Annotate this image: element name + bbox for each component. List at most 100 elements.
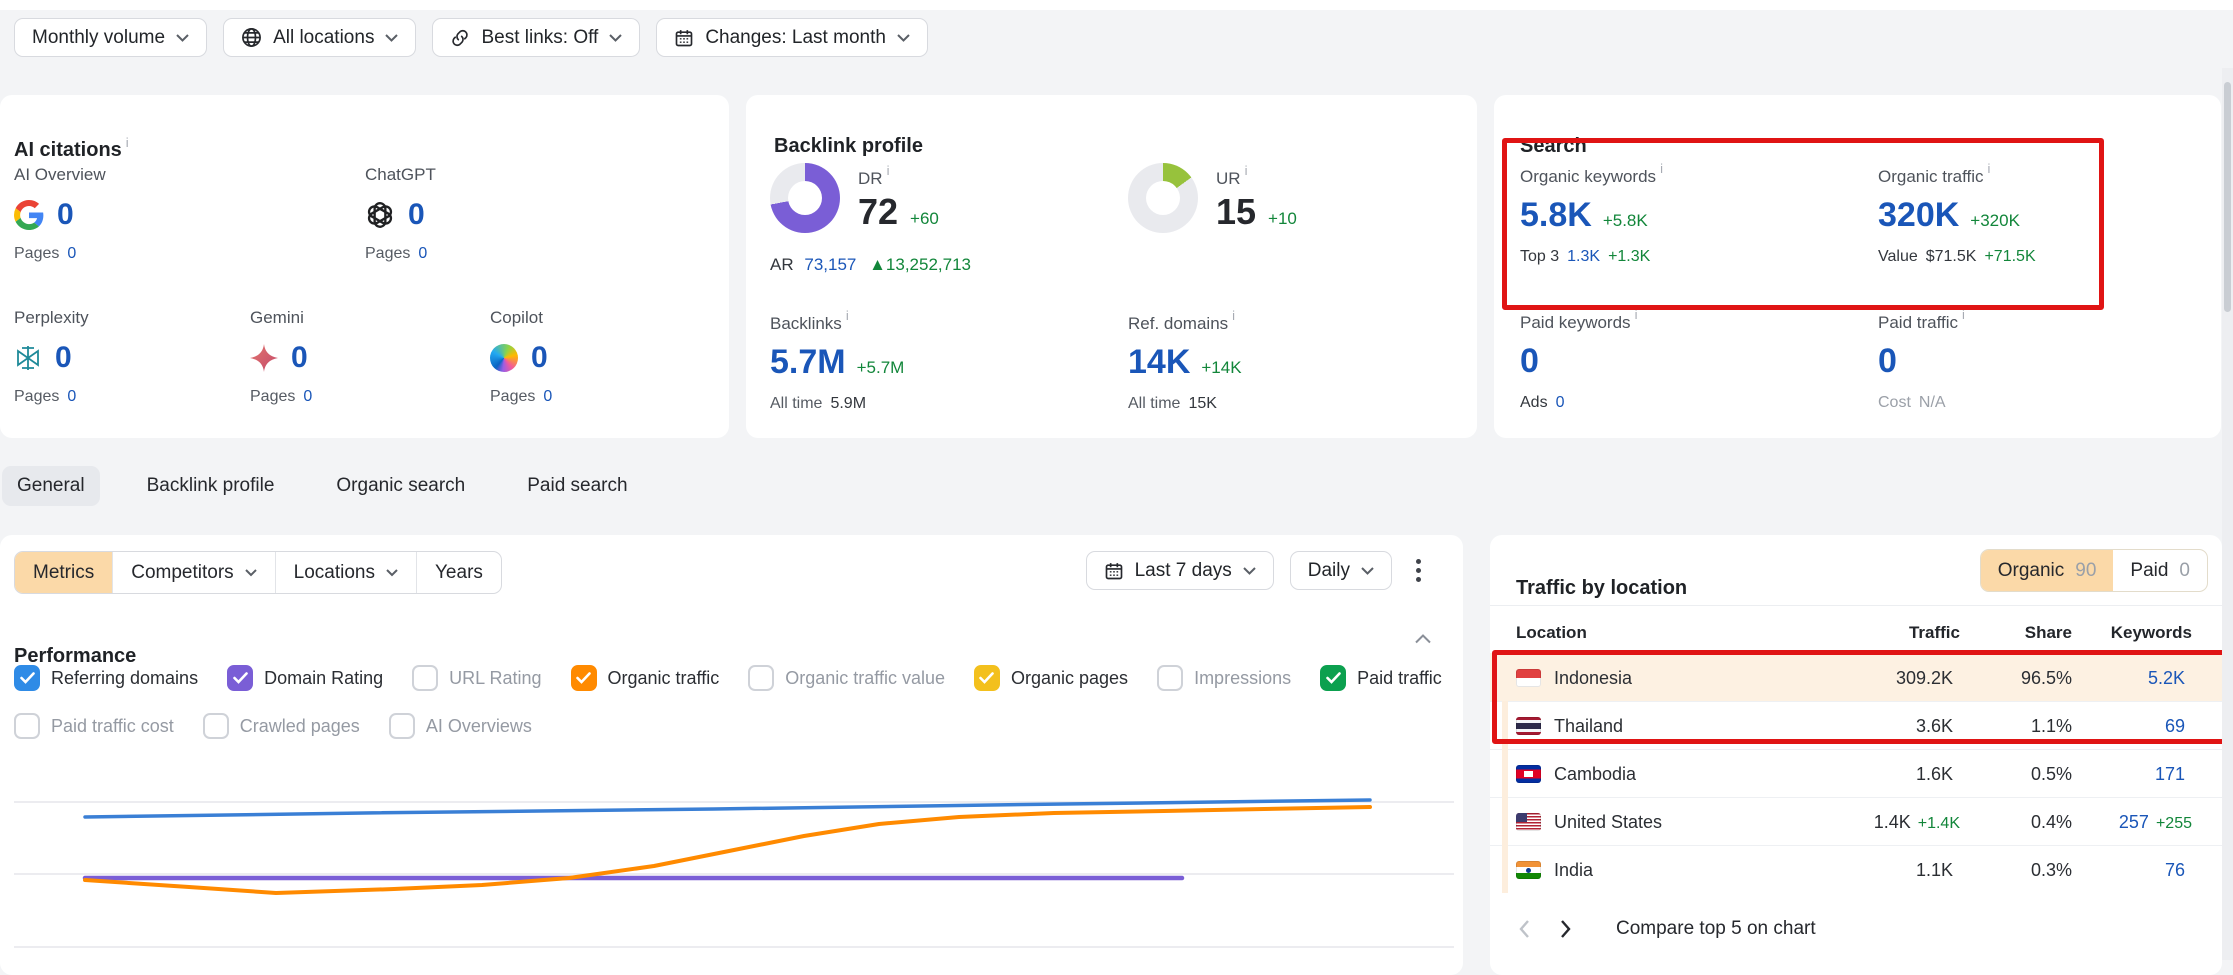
chatgpt-icon (365, 200, 395, 230)
engine-citations-value[interactable]: 0 (408, 198, 425, 232)
prev-page-icon[interactable] (1518, 919, 1530, 939)
best-links-label: Best links: Off (481, 27, 598, 49)
changes-label: Changes: Last month (705, 27, 886, 49)
copilot-icon (490, 344, 518, 372)
granularity-button[interactable]: Daily (1290, 551, 1392, 590)
date-range-button[interactable]: Last 7 days (1086, 551, 1274, 590)
ref-domains-block: Ref. domainsi 14K+14K All time15K (1128, 308, 1242, 413)
domain-rating-block: DRi 72+60 (770, 163, 939, 233)
flag-thailand-icon (1516, 717, 1541, 735)
url-rating-block: URi 15+10 (1128, 163, 1297, 233)
tab-paid-search[interactable]: Paid search (512, 466, 642, 506)
chevron-down-icon (245, 569, 257, 577)
checkbox-crawled-pages[interactable]: Crawled pages (203, 713, 360, 739)
ur-label: UR (1216, 169, 1241, 188)
checkbox-organic-traffic-value[interactable]: Organic traffic value (748, 665, 945, 691)
checkbox-url-rating[interactable]: URL Rating (412, 665, 541, 691)
ads-value-link[interactable]: 0 (1556, 394, 1565, 411)
engine-citations-value[interactable]: 0 (57, 198, 74, 232)
checkbox-organic-traffic[interactable]: Organic traffic (571, 665, 720, 691)
monthly-volume-filter-button[interactable]: Monthly volume (14, 18, 207, 57)
search-card: Search Organic keywordsi 5.8K+5.8K Top 3… (1494, 95, 2221, 438)
pages-count-link[interactable]: 0 (67, 388, 76, 405)
perplexity-icon (14, 344, 42, 372)
keywords-link[interactable]: 257 (2119, 812, 2149, 832)
engine-citations-value[interactable]: 0 (55, 341, 72, 375)
table-row-united-states[interactable]: United States 1.4K+1.4K 0.4% 257+255 (1490, 797, 2222, 846)
scrollbar-track[interactable] (2222, 68, 2233, 960)
checkbox-paid-traffic-cost[interactable]: Paid traffic cost (14, 713, 174, 739)
segment-years[interactable]: Years (416, 552, 501, 593)
ur-donut-chart (1128, 163, 1198, 233)
checkbox-organic-pages[interactable]: Organic pages (974, 665, 1128, 691)
info-icon: i (1660, 161, 1663, 176)
engine-citations-value[interactable]: 0 (531, 341, 548, 375)
tab-general[interactable]: General (2, 466, 100, 506)
segment-locations[interactable]: Locations (275, 552, 416, 593)
table-row-indonesia[interactable]: Indonesia 309.2K 96.5% 5.2K (1490, 653, 2222, 702)
calendar-icon (1104, 561, 1124, 581)
checkbox-impressions[interactable]: Impressions (1157, 665, 1291, 691)
checkbox-ai-overviews[interactable]: AI Overviews (389, 713, 532, 739)
engine-name: Gemini (250, 308, 312, 328)
checkbox-domain-rating[interactable]: Domain Rating (227, 665, 383, 691)
pages-count-link[interactable]: 0 (303, 388, 312, 405)
organic-count: 90 (2075, 560, 2096, 582)
scrollbar-thumb[interactable] (2224, 82, 2231, 312)
location-table-header: Location Traffic Share Keywords (1490, 613, 2222, 653)
ai-citations-card: AI citationsi AI Overview 0 Pages0 ChatG… (0, 95, 729, 438)
info-icon: i (887, 163, 890, 178)
tab-backlink-profile[interactable]: Backlink profile (132, 466, 290, 506)
performance-chart-area[interactable] (14, 757, 1454, 957)
paid-traffic-value-link[interactable]: 0 (1878, 342, 1897, 381)
segment-competitors[interactable]: Competitors (112, 552, 274, 593)
perplexity-block: Perplexity 0 Pages0 (14, 308, 89, 406)
ar-value-link[interactable]: 73,157 (804, 255, 856, 274)
pages-count-link[interactable]: 0 (67, 245, 76, 262)
ref-domains-value-link[interactable]: 14K (1128, 343, 1190, 382)
info-icon: i (126, 135, 129, 150)
top3-value-link[interactable]: 1.3K (1567, 248, 1600, 265)
compare-top5-link[interactable]: Compare top 5 on chart (1616, 918, 1816, 940)
top-white-strip (0, 0, 2233, 10)
keywords-link[interactable]: 5.2K (2148, 668, 2185, 688)
keywords-link[interactable]: 69 (2165, 716, 2185, 736)
tab-organic-search[interactable]: Organic search (321, 466, 480, 506)
divider (1490, 605, 2222, 606)
organic-keywords-value-link[interactable]: 5.8K (1520, 196, 1592, 235)
gemini-icon (250, 344, 278, 372)
engine-citations-value[interactable]: 0 (291, 341, 308, 375)
pages-count-link[interactable]: 0 (418, 245, 427, 262)
all-locations-filter-button[interactable]: All locations (223, 18, 416, 57)
changes-filter-button[interactable]: Changes: Last month (656, 18, 928, 57)
paid-count: 0 (2179, 560, 2190, 582)
toggle-organic[interactable]: Organic90 (1981, 550, 2114, 591)
engine-name: ChatGPT (365, 165, 436, 185)
keywords-link[interactable]: 76 (2165, 860, 2185, 880)
collapse-section-icon[interactable] (1415, 631, 1431, 649)
paid-keywords-value-link[interactable]: 0 (1520, 342, 1539, 381)
segment-metrics[interactable]: Metrics (15, 552, 112, 593)
paid-keywords-block: Paid keywordsi 0 Ads0 (1520, 307, 1637, 412)
checkbox-referring-domains[interactable]: Referring domains (14, 665, 198, 691)
table-footer: Compare top 5 on chart (1518, 918, 1816, 940)
keywords-link[interactable]: 171 (2155, 764, 2185, 784)
engine-name: Perplexity (14, 308, 89, 328)
organic-traffic-value-link[interactable]: 320K (1878, 196, 1959, 235)
organic-paid-toggle: Organic90 Paid0 (1980, 549, 2208, 592)
metric-checkbox-row-2: Paid traffic cost Crawled pages AI Overv… (14, 713, 532, 739)
performance-chart (14, 757, 1454, 957)
toggle-paid[interactable]: Paid0 (2113, 550, 2207, 591)
table-row-cambodia[interactable]: Cambodia 1.6K 0.5% 171 (1490, 749, 2222, 798)
next-page-icon[interactable] (1560, 919, 1572, 939)
dr-label: DR (858, 169, 883, 188)
table-row-thailand[interactable]: Thailand 3.6K 1.1% 69 (1490, 701, 2222, 750)
monthly-volume-label: Monthly volume (32, 27, 165, 49)
pages-count-link[interactable]: 0 (543, 388, 552, 405)
kebab-menu-icon[interactable] (1408, 553, 1429, 588)
checkbox-paid-traffic[interactable]: Paid traffic (1320, 665, 1442, 691)
table-row-india[interactable]: India 1.1K 0.3% 76 (1490, 845, 2222, 894)
best-links-filter-button[interactable]: Best links: Off (432, 18, 640, 57)
backlinks-value-link[interactable]: 5.7M (770, 343, 846, 382)
flag-indonesia-icon (1516, 669, 1541, 687)
